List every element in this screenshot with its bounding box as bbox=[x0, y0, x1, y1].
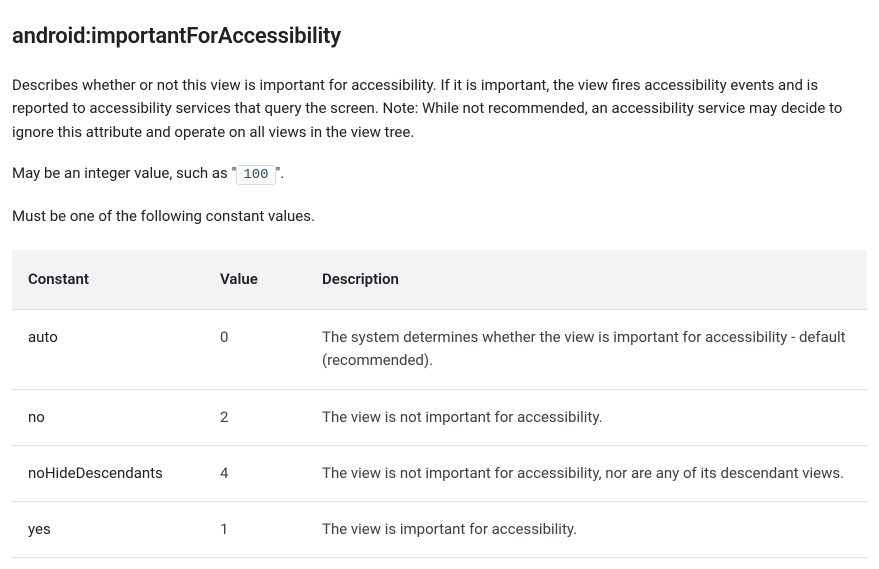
constants-intro: Must be one of the following constant va… bbox=[12, 205, 867, 228]
constant-value: 0 bbox=[204, 310, 306, 390]
constant-name: no bbox=[12, 389, 204, 445]
int-prefix: May be an integer value, such as " bbox=[12, 164, 236, 182]
col-description: Description bbox=[306, 250, 867, 310]
constant-value: 1 bbox=[204, 502, 306, 558]
table-row: auto 0 The system determines whether the… bbox=[12, 310, 867, 390]
table-row: yes 1 The view is important for accessib… bbox=[12, 502, 867, 558]
constant-description: The view is not important for accessibil… bbox=[306, 389, 867, 445]
integer-value-note: May be an integer value, such as "100". bbox=[12, 162, 867, 187]
col-constant: Constant bbox=[12, 250, 204, 310]
table-row: noHideDescendants 4 The view is not impo… bbox=[12, 445, 867, 501]
constant-description: The view is important for accessibility. bbox=[306, 502, 867, 558]
col-value: Value bbox=[204, 250, 306, 310]
int-example-code: 100 bbox=[236, 165, 275, 185]
int-suffix: ". bbox=[276, 164, 285, 182]
constant-value: 4 bbox=[204, 445, 306, 501]
constant-name: auto bbox=[12, 310, 204, 390]
constant-description: The system determines whether the view i… bbox=[306, 310, 867, 390]
table-header-row: Constant Value Description bbox=[12, 250, 867, 310]
constants-table: Constant Value Description auto 0 The sy… bbox=[12, 250, 867, 559]
table-row: no 2 The view is not important for acces… bbox=[12, 389, 867, 445]
constant-description: The view is not important for accessibil… bbox=[306, 445, 867, 501]
attribute-title: android:importantForAccessibility bbox=[12, 20, 867, 54]
constant-name: yes bbox=[12, 502, 204, 558]
constant-value: 2 bbox=[204, 389, 306, 445]
constant-name: noHideDescendants bbox=[12, 445, 204, 501]
attribute-description: Describes whether or not this view is im… bbox=[12, 74, 867, 144]
